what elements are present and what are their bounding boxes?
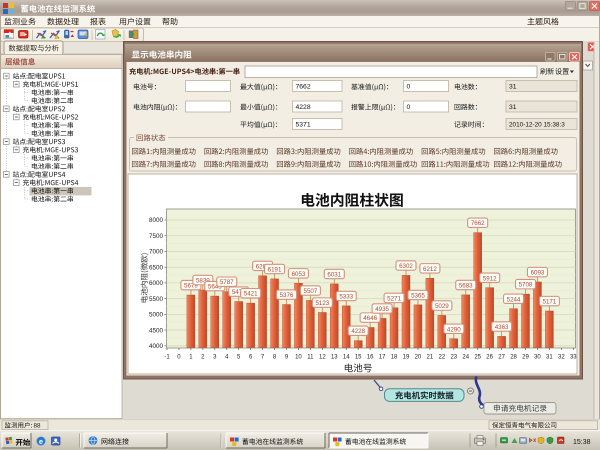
svg-text:6500: 6500: [149, 264, 164, 271]
svg-text:17: 17: [379, 354, 386, 360]
svg-text:5421: 5421: [244, 291, 258, 298]
svg-text:5029: 5029: [435, 303, 449, 310]
svg-text:5507: 5507: [304, 288, 318, 295]
svg-text:33: 33: [570, 354, 577, 360]
svg-text:12: 12: [319, 354, 326, 360]
svg-text:6191: 6191: [268, 266, 282, 273]
svg-text:7500: 7500: [149, 233, 164, 240]
svg-text:4228: 4228: [351, 328, 365, 335]
svg-text:31: 31: [509, 104, 517, 111]
svg-text:24: 24: [462, 354, 469, 360]
svg-text:4500: 4500: [149, 327, 164, 334]
svg-text:5683: 5683: [459, 282, 473, 289]
svg-text:5912: 5912: [483, 275, 497, 282]
svg-text:20: 20: [415, 354, 422, 360]
svg-text:13: 13: [331, 354, 338, 360]
svg-text:0: 0: [407, 104, 411, 111]
svg-text:5333: 5333: [339, 293, 353, 300]
svg-text:e: e: [39, 437, 43, 446]
svg-text:6093: 6093: [531, 270, 545, 277]
svg-text:4228: 4228: [296, 104, 311, 111]
svg-text:4363: 4363: [495, 324, 509, 331]
svg-text:5365: 5365: [411, 292, 425, 299]
svg-text:5376: 5376: [280, 292, 294, 299]
svg-text:6031: 6031: [327, 272, 341, 279]
svg-text:31: 31: [546, 354, 553, 360]
svg-text:5500: 5500: [149, 296, 164, 303]
svg-text:6212: 6212: [423, 266, 437, 273]
svg-text:10: 10: [295, 354, 302, 360]
svg-text:7662: 7662: [471, 220, 485, 227]
svg-text:25: 25: [474, 354, 481, 360]
svg-text:14: 14: [343, 354, 350, 360]
svg-text:6302: 6302: [399, 263, 413, 270]
svg-text:28: 28: [510, 354, 517, 360]
svg-text:19: 19: [403, 354, 410, 360]
svg-text:5171: 5171: [543, 299, 557, 306]
svg-text:8000: 8000: [149, 217, 164, 224]
svg-text:32: 32: [558, 354, 565, 360]
svg-text:5123: 5123: [315, 300, 329, 307]
svg-text:0: 0: [407, 84, 411, 91]
svg-text:88: 88: [34, 422, 42, 429]
svg-text:5371: 5371: [296, 122, 311, 129]
svg-text:15: 15: [355, 354, 362, 360]
svg-text:22: 22: [439, 354, 446, 360]
svg-text:2010-12-20 15:38:3: 2010-12-20 15:38:3: [509, 122, 565, 129]
svg-text:11: 11: [307, 354, 314, 360]
svg-text:4000: 4000: [149, 343, 164, 350]
svg-text:5244: 5244: [507, 296, 521, 303]
svg-text:26: 26: [486, 354, 493, 360]
svg-text:30: 30: [534, 354, 541, 360]
svg-text:15:38: 15:38: [573, 439, 591, 446]
svg-text:4935: 4935: [375, 306, 389, 313]
svg-text:16: 16: [367, 354, 374, 360]
svg-text:4290: 4290: [447, 326, 461, 333]
svg-text:23: 23: [450, 354, 457, 360]
svg-text:7000: 7000: [149, 249, 164, 256]
svg-text:29: 29: [522, 354, 529, 360]
svg-text:6000: 6000: [149, 280, 164, 287]
svg-text:4646: 4646: [363, 315, 377, 322]
svg-text:5787: 5787: [220, 279, 234, 286]
svg-text:6053: 6053: [292, 271, 306, 278]
svg-text:18: 18: [391, 354, 398, 360]
svg-text:-1: -1: [164, 354, 170, 360]
svg-text:5000: 5000: [149, 312, 164, 319]
svg-text:31: 31: [509, 84, 517, 91]
svg-text:27: 27: [498, 354, 505, 360]
svg-text:5271: 5271: [387, 295, 401, 302]
svg-text:7662: 7662: [296, 84, 311, 91]
svg-text:5708: 5708: [519, 282, 533, 289]
svg-text:21: 21: [427, 354, 434, 360]
